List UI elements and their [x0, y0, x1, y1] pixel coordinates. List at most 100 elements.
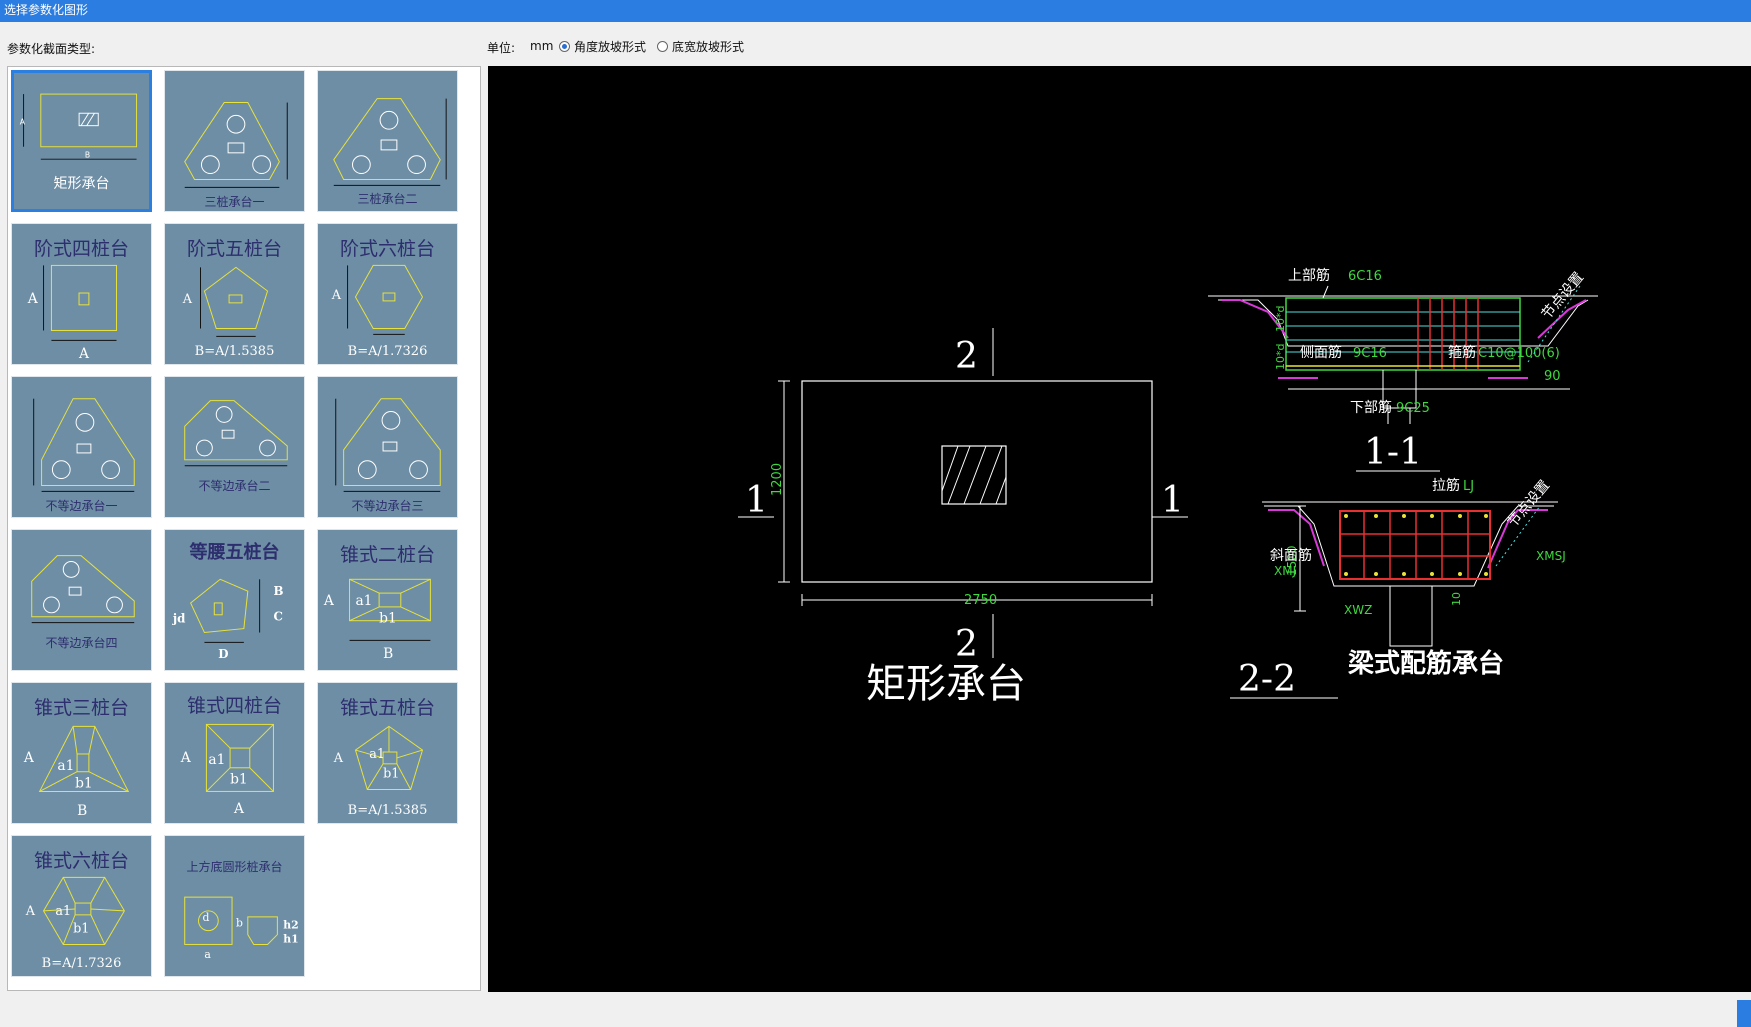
angle-label: 90 — [1544, 369, 1561, 384]
cone-3pile-thumbnail: a1 b1 A B — [23, 725, 130, 819]
title-bar: 选择参数化图形 — [0, 0, 1751, 22]
section-mark-top: 2 — [955, 336, 978, 377]
radio-dot-checked — [559, 41, 570, 52]
bottom-rebar-label: 下部筋 — [1350, 399, 1392, 416]
tile-uneq-1[interactable]: 不等边承台一 — [11, 376, 152, 518]
dim-height: 1200 — [770, 463, 785, 496]
tile-caption: 不等边承台一 — [45, 499, 118, 513]
tile-3pile-1[interactable]: 三桩承台一 — [164, 70, 305, 212]
round-cap-thumbnail: d b h2 h1 a — [184, 896, 299, 961]
cone-4pile-thumbnail: a1 b1 A A — [180, 723, 274, 817]
svg-text:A: A — [180, 750, 192, 766]
radio-angle-slope-label: 角度放坡形式 — [574, 40, 647, 54]
radio-angle-slope[interactable]: 角度放坡形式 — [559, 38, 646, 55]
svg-text:A: A — [25, 904, 36, 919]
tile-caption: B=A/1.5385 — [347, 803, 428, 818]
tie-value: LJ — [1463, 479, 1474, 494]
svg-text:A: A — [27, 291, 39, 307]
units-label: 单位: — [487, 41, 516, 55]
svg-text:b1: b1 — [230, 772, 248, 788]
uneq-3-thumbnail — [335, 398, 441, 492]
svg-text:h1: h1 — [283, 932, 298, 945]
top-rebar-label: 上部筋 — [1288, 267, 1330, 284]
beam-cap-title: 梁式配筋承台 — [1347, 648, 1504, 679]
corner-button[interactable] — [1737, 1000, 1751, 1027]
cone-5pile-thumbnail: a1 b1 A — [333, 725, 424, 790]
preview-canvas: 2 2 1 1 1200 2750 矩形承台 上部筋 6C16 侧面筋 9C16… — [488, 66, 1751, 992]
isosceles-5pile-thumbnail: B C jd D — [172, 578, 283, 661]
tile-uneq-4[interactable]: 不等边承台四 — [11, 529, 152, 671]
tile-step-5pile[interactable]: 阶式五桩台 A B=A/1.5385 — [164, 223, 305, 365]
svg-text:a1: a1 — [55, 904, 71, 919]
units-value: mm — [530, 39, 554, 53]
step-6pile-thumbnail: A — [331, 264, 424, 335]
svg-text:b1: b1 — [75, 776, 93, 792]
tile-isosceles-5pile[interactable]: 等腰五桩台 B C jd D — [164, 529, 305, 671]
xmsj-label: XMSJ — [1536, 549, 1566, 563]
radio-width-slope-label: 底宽放坡形式 — [672, 40, 745, 54]
tile-cone-4pile[interactable]: 锥式四桩台 a1 b1 A A — [164, 682, 305, 824]
tile-round-cap[interactable]: 上方底圆形桩承台 d b h2 h1 a — [164, 835, 305, 977]
stirrup-value: C10@100(6) — [1478, 346, 1560, 361]
tile-step-4pile[interactable]: 阶式四桩台 A A — [11, 223, 152, 365]
tile-caption: 三桩承台二 — [357, 192, 418, 206]
section-mark-bottom: 2 — [955, 624, 978, 665]
svg-text:A: A — [78, 346, 90, 362]
window-title: 选择参数化图形 — [4, 3, 89, 17]
tile-uneq-2[interactable]: 不等边承台二 — [164, 376, 305, 518]
cone-2pile-thumbnail: a1 b1 A B — [323, 578, 431, 662]
section-type-label: 参数化截面类型: — [7, 42, 96, 56]
svg-text:a1: a1 — [208, 752, 225, 768]
node-label-2: 节点设置 — [1505, 477, 1553, 530]
tile-cone-6pile[interactable]: 锥式六桩台 a1 b1 A B=A/1.7326 — [11, 835, 152, 977]
tile-caption: 三桩承台一 — [204, 195, 265, 209]
tile-cone-2pile[interactable]: 锥式二桩台 a1 b1 A B — [317, 529, 458, 671]
uneq-1-thumbnail — [33, 398, 135, 492]
svg-text:b1: b1 — [379, 611, 397, 627]
svg-text:A: A — [233, 801, 245, 817]
svg-text:B: B — [85, 150, 90, 159]
svg-text:A: A — [331, 288, 342, 303]
svg-text:A: A — [323, 593, 335, 609]
section-mark-left: 1 — [745, 480, 768, 521]
side-rebar-value: 9C16 — [1353, 346, 1387, 361]
bottom-rebar-value: 9C25 — [1396, 401, 1430, 416]
tile-rect-cap[interactable]: A B 矩形承台 — [11, 70, 152, 212]
svg-text:b: b — [236, 917, 243, 930]
svg-text:a1: a1 — [57, 758, 74, 774]
svg-text:B: B — [273, 584, 283, 598]
svg-text:a1: a1 — [355, 593, 372, 609]
tile-caption: B=A/1.7326 — [347, 344, 428, 359]
stirrup-label: 箍筋 — [1448, 344, 1476, 361]
svg-text:b1: b1 — [383, 767, 399, 782]
section-mark-right: 1 — [1161, 480, 1184, 521]
svg-text:A: A — [182, 292, 193, 307]
tile-caption: B=A/1.7326 — [41, 956, 122, 971]
svg-text:d: d — [202, 911, 209, 924]
svg-text:a1: a1 — [369, 747, 385, 762]
tile-cone-5pile[interactable]: 锥式五桩台 a1 b1 A B=A/1.5385 — [317, 682, 458, 824]
preview-name: 矩形承台 — [866, 661, 1026, 707]
tile-caption: 不等边承台四 — [45, 636, 118, 650]
svg-text:D: D — [218, 647, 228, 661]
three-pile-thumbnail — [184, 102, 288, 188]
svg-text:jd: jd — [172, 612, 186, 626]
slope-value: XMJ — [1274, 564, 1296, 578]
svg-text:B: B — [383, 646, 393, 662]
tile-step-6pile[interactable]: 阶式六桩台 A B=A/1.7326 — [317, 223, 458, 365]
svg-text:A: A — [23, 750, 35, 766]
svg-text:C: C — [273, 610, 282, 624]
xwz-label: XWZ — [1344, 603, 1372, 617]
tile-3pile-2[interactable]: 三桩承台二 — [317, 70, 458, 212]
section-type-grid: A B 矩形承台 三桩承台一 三桩承台二 阶式四桩台 A A 阶式五桩台 A B… — [7, 66, 481, 991]
radio-width-slope[interactable]: 底宽放坡形式 — [657, 38, 744, 55]
tie-label: 拉筋 — [1432, 477, 1460, 494]
tile-uneq-3[interactable]: 不等边承台三 — [317, 376, 458, 518]
ten-d-label-2: 10*d — [1274, 344, 1287, 370]
step-5pile-thumbnail: A — [182, 266, 269, 337]
cone-6pile-thumbnail: a1 b1 A — [25, 876, 125, 945]
tile-caption: B=A/1.5385 — [194, 344, 275, 359]
svg-text:b1: b1 — [73, 922, 89, 937]
slope-label: 斜面筋 — [1270, 547, 1312, 564]
tile-cone-3pile[interactable]: 锥式三桩台 a1 b1 A B — [11, 682, 152, 824]
